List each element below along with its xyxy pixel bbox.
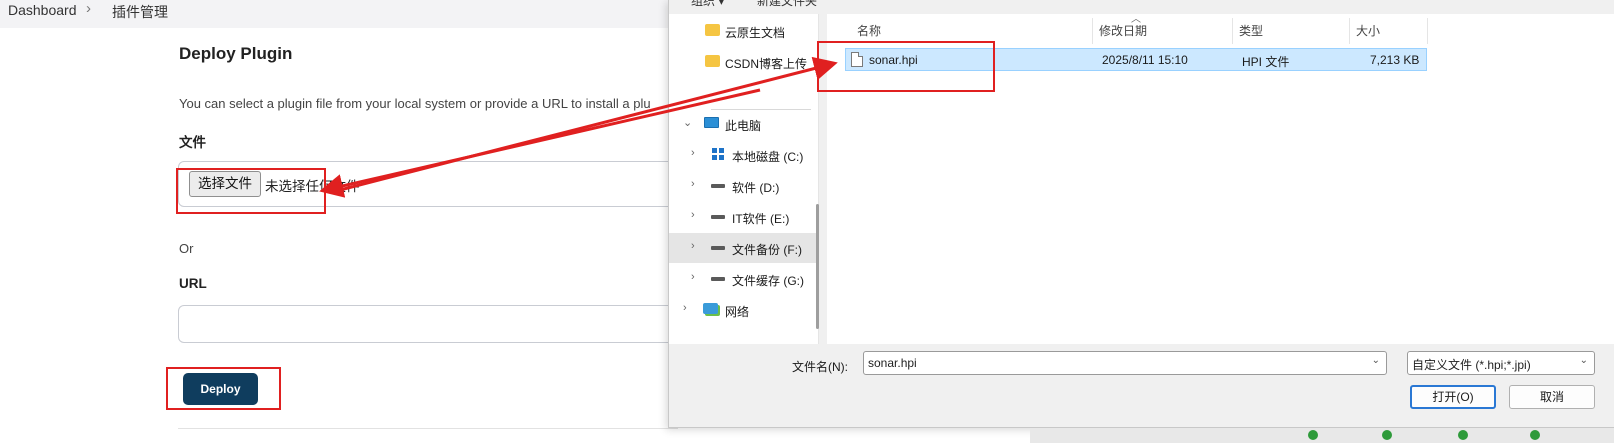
nav-item-label: 本地磁盘 (C:) [732,150,804,164]
filter-value: 自定义文件 (*.hpi;*.jpi) [1412,358,1531,372]
chevron-right-icon[interactable]: › [691,209,695,221]
deploy-description: You can select a plugin file from your l… [179,96,651,111]
url-label: URL [179,276,207,291]
nav-item-drive-g[interactable]: › 文件缓存 (G:) [669,264,817,294]
chevron-right-icon: › [86,0,91,17]
network-icon [703,303,718,314]
nav-item-label: IT软件 (E:) [732,212,790,226]
chevron-down-icon[interactable]: ⌄ [1580,355,1588,366]
drive-icon [711,215,725,219]
chevron-down-icon[interactable]: ⌄ [1372,355,1380,366]
file-open-dialog: 组织 ▾ 新建文件夹 云原生文档 CSDN博客上传 ⌄ 此电脑 › 本地磁盘 (… [668,0,1614,428]
chevron-right-icon[interactable]: › [683,302,687,314]
nav-item-label: 网络 [725,305,750,319]
drive-icon [711,277,725,281]
chevron-right-icon[interactable]: › [691,147,695,159]
taskbar-remnant [1030,428,1614,443]
nav-item-this-pc[interactable]: ⌄ 此电脑 [669,109,817,139]
breadcrumb-plugin-manager[interactable]: 插件管理 [112,2,168,22]
file-type-filter[interactable]: 自定义文件 (*.hpi;*.jpi) ⌄ [1407,351,1595,375]
nav-item-drive-e[interactable]: › IT软件 (E:) [669,202,817,232]
nav-item-drive-c[interactable]: › 本地磁盘 (C:) [669,140,817,170]
status-dot-icon [1458,430,1468,440]
breadcrumb-dashboard-link[interactable]: Dashboard [8,2,77,18]
status-dot-icon [1382,430,1392,440]
nav-item-quick-1[interactable]: 云原生文档 [669,16,817,46]
status-dot-icon [1308,430,1318,440]
dialog-footer: 文件名(N): sonar.hpi ⌄ 自定义文件 (*.hpi;*.jpi) … [669,344,1614,428]
navigation-pane: 云原生文档 CSDN博客上传 ⌄ 此电脑 › 本地磁盘 (C:) › 软件 (D… [669,14,819,344]
column-header-type[interactable]: 类型 [1239,22,1263,39]
column-separator[interactable] [1232,18,1233,44]
organize-menu[interactable]: 组织 ▾ [691,0,724,8]
column-separator[interactable] [1349,18,1350,44]
open-button[interactable]: 打开(O) [1410,385,1496,409]
nav-item-label: 此电脑 [725,119,762,133]
url-input[interactable] [178,305,678,343]
column-separator[interactable] [1427,18,1428,44]
annotation-box-file [817,41,995,92]
nav-scrollbar[interactable] [816,204,819,329]
breadcrumb: Dashboard › 插件管理 [0,0,700,28]
chevron-right-icon[interactable]: › [691,271,695,283]
cancel-button[interactable]: 取消 [1509,385,1595,409]
chevron-right-icon[interactable]: › [691,240,695,252]
or-text: Or [179,241,194,256]
folder-icon [705,24,720,36]
computer-icon [704,117,719,128]
nav-item-quick-2[interactable]: CSDN博客上传 [669,47,817,77]
nav-item-drive-d[interactable]: › 软件 (D:) [669,171,817,201]
folder-icon [705,55,720,67]
dialog-toolbar: 组织 ▾ 新建文件夹 [669,0,1614,8]
column-header-modified[interactable]: 修改日期 [1099,22,1147,39]
nav-item-label: 软件 (D:) [732,181,780,195]
chevron-down-icon[interactable]: ⌄ [683,116,692,129]
new-folder-button[interactable]: 新建文件夹 [757,0,817,8]
nav-item-label: 文件备份 (F:) [732,243,802,257]
file-type: HPI 文件 [1242,55,1290,69]
drive-icon [711,184,725,188]
filename-value: sonar.hpi [868,356,917,370]
annotation-box-deploy [166,367,281,410]
filename-input[interactable]: sonar.hpi ⌄ [863,351,1387,375]
drive-icon [711,246,725,250]
nav-item-network[interactable]: › 网络 [669,295,817,325]
column-header-name[interactable]: 名称 [857,22,881,39]
nav-item-drive-f[interactable]: › 文件备份 (F:) [669,233,817,263]
column-separator[interactable] [1092,18,1093,44]
nav-item-label: CSDN博客上传 [725,57,808,71]
page-title: Deploy Plugin [179,44,293,63]
nav-item-label: 云原生文档 [725,26,786,40]
status-dot-icon [1530,430,1540,440]
column-header-size[interactable]: 大小 [1356,22,1380,39]
chevron-right-icon[interactable]: › [691,178,695,190]
filename-label: 文件名(N): [792,360,848,374]
file-size: 7,213 KB [1370,53,1420,67]
divider [178,428,678,429]
windows-drive-icon [712,148,724,160]
nav-item-label: 文件缓存 (G:) [732,274,804,288]
file-modified: 2025/8/11 15:10 [1102,53,1188,67]
file-label: 文件 [179,135,206,150]
annotation-box-choose-file [176,168,326,214]
